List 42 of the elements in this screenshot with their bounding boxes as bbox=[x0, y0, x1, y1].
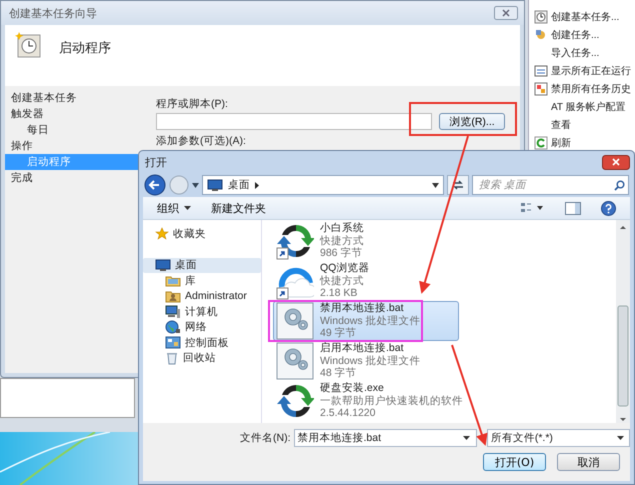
nav-item[interactable]: 计算机 bbox=[143, 304, 261, 320]
nav-item[interactable]: 回收站 bbox=[143, 350, 261, 366]
open-button[interactable]: 打开(O) bbox=[483, 453, 546, 471]
address-bar[interactable]: 桌面 bbox=[202, 175, 444, 195]
action-link[interactable]: 显示所有正在运行 bbox=[551, 64, 631, 78]
search-field[interactable]: 搜索 桌面 bbox=[472, 175, 629, 195]
action-link[interactable]: AT 服务帐户配置 bbox=[551, 100, 626, 114]
wizard-step[interactable]: 触发器 bbox=[5, 106, 138, 122]
nav-item[interactable]: 网络 bbox=[143, 320, 261, 335]
new-folder-button[interactable]: 新建文件夹 bbox=[211, 200, 266, 216]
file-item[interactable]: QQ浏览器 快捷方式 2.18 KB bbox=[273, 261, 459, 301]
window-title: 创建基本任务向导 bbox=[9, 6, 97, 20]
file-item[interactable]: 禁用本地连接.bat Windows 批处理文件 49 字节 bbox=[273, 301, 459, 341]
action-link[interactable]: 查看 bbox=[551, 118, 571, 132]
window-title: 打开 bbox=[145, 156, 167, 170]
action-link[interactable]: 创建基本任务... bbox=[551, 10, 620, 24]
nav-item[interactable]: 库 bbox=[143, 273, 261, 288]
browse-button[interactable]: 浏览(R)... bbox=[439, 113, 505, 130]
file-type-dropdown[interactable]: 所有文件(*.*) bbox=[486, 429, 630, 447]
field-label: 程序或脚本(P): bbox=[156, 97, 228, 111]
organize-button[interactable]: 组织 bbox=[157, 200, 191, 216]
wizard-step[interactable]: 创建基本任务 bbox=[5, 90, 138, 106]
cancel-button[interactable]: 取消 bbox=[557, 453, 620, 471]
file-item[interactable]: 启用本地连接.bat Windows 批处理文件 48 字节 bbox=[273, 341, 459, 381]
action-link[interactable]: 禁用所有任务历史 bbox=[551, 82, 631, 96]
search-placeholder: 搜索 桌面 bbox=[479, 178, 526, 192]
breadcrumb[interactable]: 桌面 bbox=[228, 178, 250, 192]
file-item[interactable]: 小白系统 快捷方式 986 字节 bbox=[273, 221, 459, 261]
nav-item[interactable]: 控制面板 bbox=[143, 335, 261, 350]
nav-item[interactable]: Administrator bbox=[143, 288, 261, 304]
action-link[interactable]: 创建任务... bbox=[551, 28, 600, 42]
field-label: 文件名(N): bbox=[240, 431, 290, 445]
field-label: 添加参数(可选)(A): bbox=[156, 134, 246, 148]
nav-item[interactable]: 收藏夹 bbox=[143, 226, 261, 242]
wizard-step[interactable]: 每日 bbox=[5, 122, 138, 138]
nav-item[interactable]: 桌面 bbox=[143, 258, 261, 273]
action-link[interactable]: 刷新 bbox=[551, 136, 571, 150]
wizard-step[interactable]: 操作 bbox=[5, 138, 138, 154]
wizard-step[interactable]: 完成 bbox=[5, 170, 138, 186]
action-link[interactable]: 导入任务... bbox=[551, 46, 600, 60]
page-heading: 启动程序 bbox=[59, 39, 111, 57]
filename-field[interactable]: 禁用本地连接.bat bbox=[294, 429, 477, 447]
